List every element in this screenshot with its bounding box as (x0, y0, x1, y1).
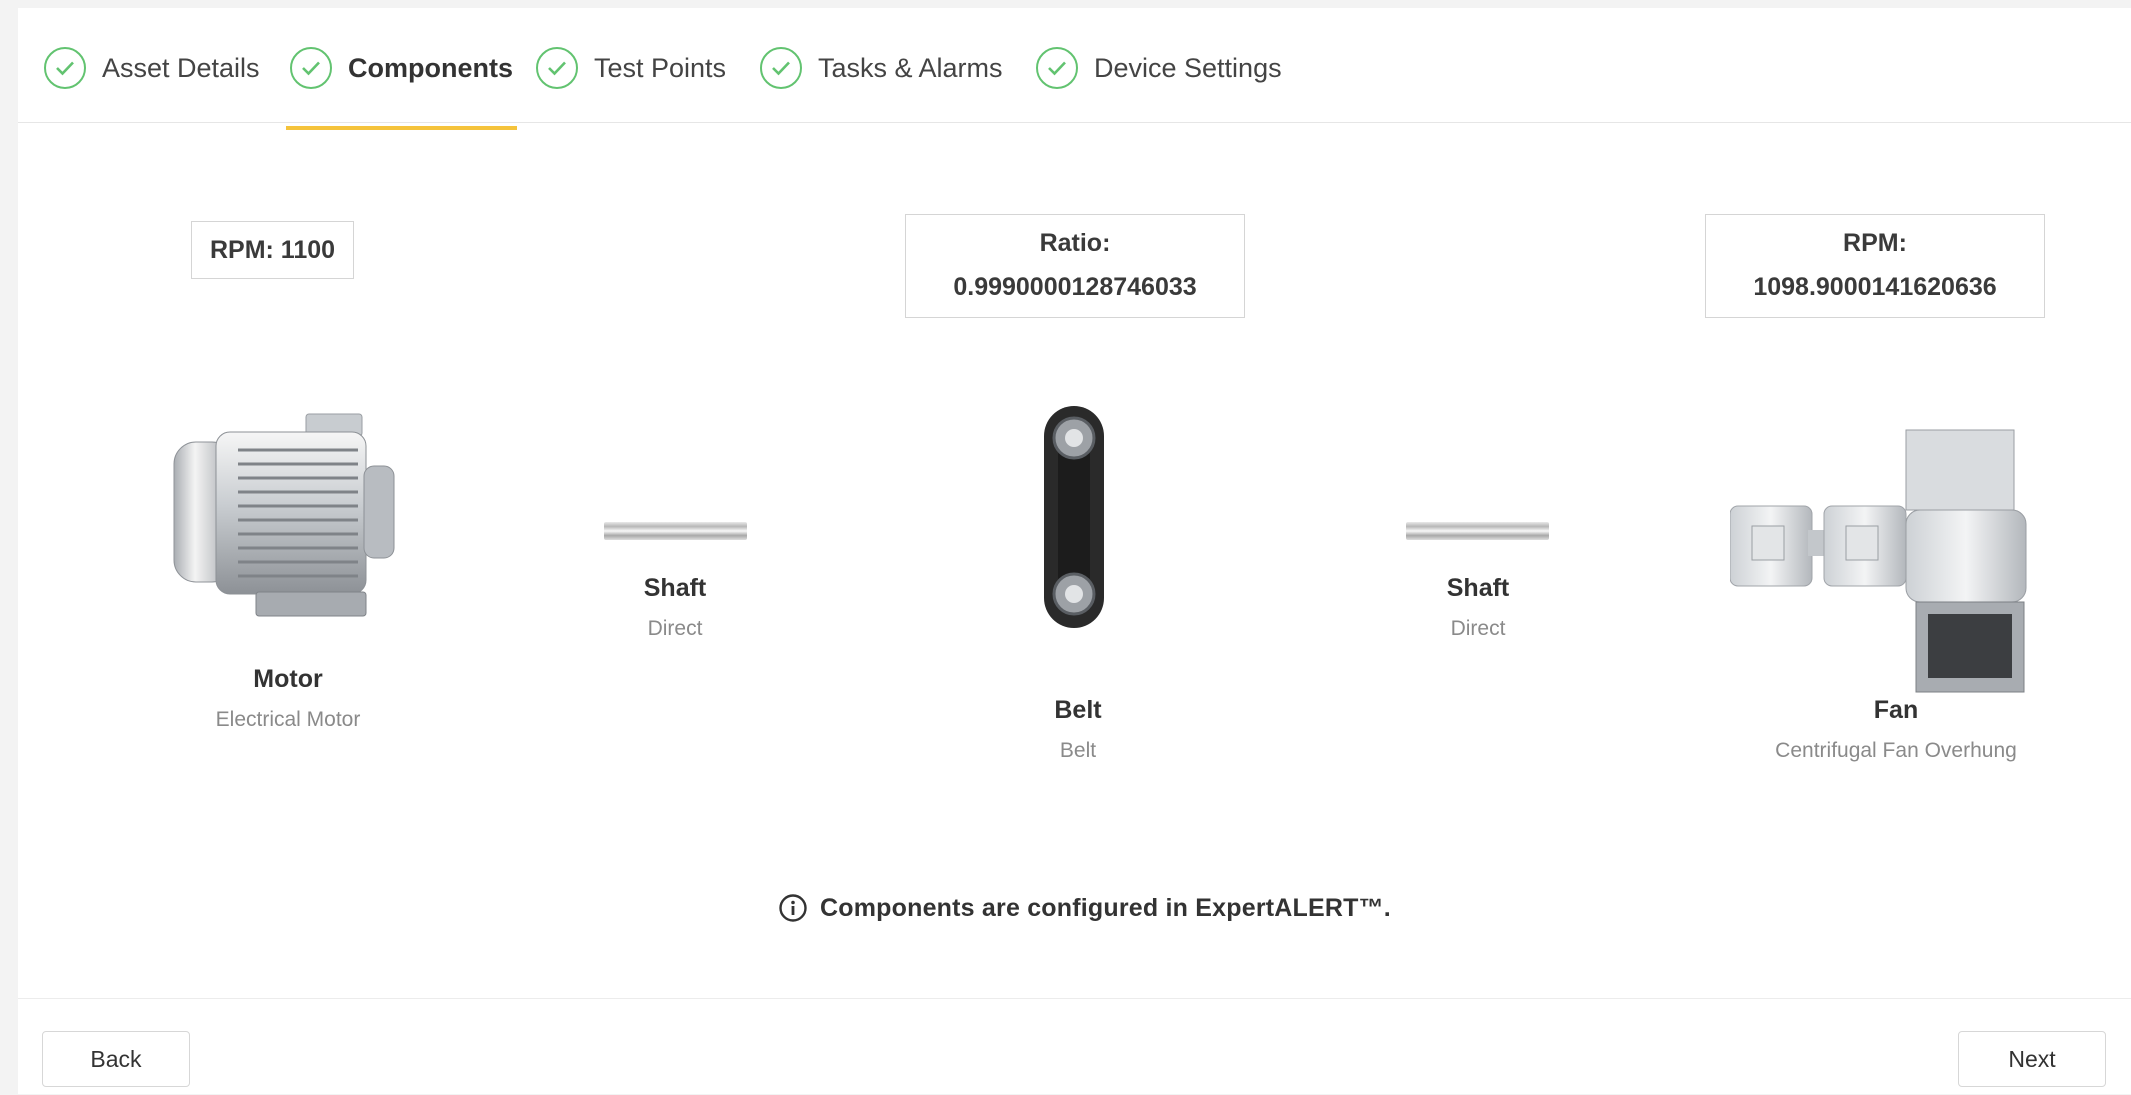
tab-label: Device Settings (1094, 52, 1282, 83)
motor-component[interactable]: Motor Electrical Motor (168, 665, 408, 732)
tab-test-points[interactable]: Test Points (536, 36, 726, 100)
component-name: Fan (1873, 696, 1919, 724)
check-circle-icon (760, 47, 802, 89)
info-circle-icon (779, 894, 807, 922)
tab-label: Asset Details (102, 52, 260, 83)
component-type: Electrical Motor (215, 708, 361, 731)
next-button[interactable]: Next (1958, 1031, 2106, 1087)
motor-rpm-box: RPM: 1100 (191, 221, 354, 279)
shaft-component-1[interactable]: Shaft Direct (605, 574, 745, 641)
tab-tasks-alarms[interactable]: Tasks & Alarms (760, 36, 1003, 100)
tab-components[interactable]: Components (286, 36, 517, 130)
check-circle-icon (44, 47, 86, 89)
back-button[interactable]: Back (42, 1031, 190, 1087)
components-info-note: Components are configured in ExpertALERT… (778, 893, 1391, 923)
ratio-value: 0.9990000128746033 (953, 273, 1197, 301)
check-circle-icon (536, 47, 578, 89)
tab-label: Test Points (594, 52, 727, 83)
component-type: Direct (1450, 617, 1506, 640)
tab-device-settings[interactable]: Device Settings (1036, 36, 1282, 100)
component-name: Shaft (643, 574, 707, 602)
belt-icon[interactable] (1034, 398, 1114, 634)
wizard-tabs: Asset Details Components Test Points Tas… (18, 8, 2131, 130)
component-name: Motor (253, 665, 323, 693)
fan-component[interactable]: Fan Centrifugal Fan Overhung (1746, 696, 2046, 763)
fan-rpm-box: RPM: 1098.9000141620636 (1705, 214, 2045, 318)
component-type: Direct (647, 617, 703, 640)
tab-asset-details[interactable]: Asset Details (44, 36, 260, 100)
check-circle-icon (1036, 47, 1078, 89)
component-name: Belt (1054, 696, 1102, 724)
check-circle-icon (290, 47, 332, 89)
component-type: Belt (1059, 739, 1097, 762)
info-note-text: Components are configured in ExpertALERT… (820, 893, 1391, 922)
centrifugal-fan-icon[interactable] (1730, 426, 2048, 698)
component-type: Centrifugal Fan Overhung (1775, 739, 2017, 762)
belt-ratio-box: Ratio: 0.9990000128746033 (905, 214, 1245, 318)
shaft-icon[interactable] (604, 522, 747, 540)
asset-wizard-panel: Asset Details Components Test Points Tas… (18, 8, 2131, 1094)
wizard-footer: Back Next (18, 998, 2131, 1095)
motor-icon[interactable] (146, 406, 408, 626)
shaft-icon[interactable] (1406, 522, 1549, 540)
tab-label: Components (348, 52, 513, 83)
ratio-label: Ratio: (1039, 229, 1111, 257)
component-name: Shaft (1446, 574, 1510, 602)
rpm-label: RPM: (1843, 229, 1907, 257)
tab-label: Tasks & Alarms (818, 52, 1003, 83)
rpm-value: 1098.9000141620636 (1753, 273, 1997, 301)
shaft-component-2[interactable]: Shaft Direct (1408, 574, 1548, 641)
belt-component[interactable]: Belt Belt (1008, 696, 1148, 763)
